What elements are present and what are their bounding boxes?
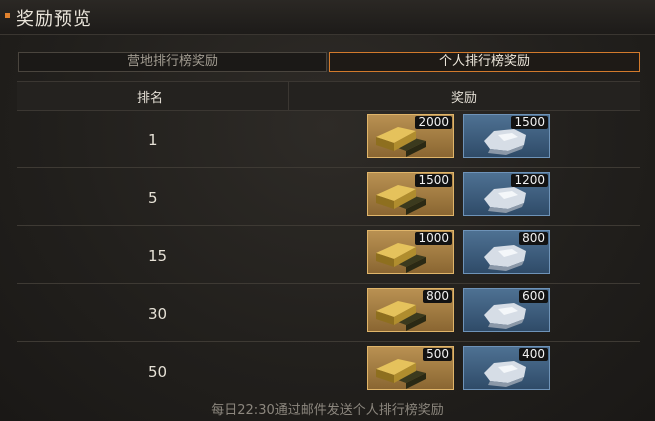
- reward-quantity: 800: [423, 290, 452, 303]
- reward-quantity: 1000: [415, 232, 452, 245]
- table-row: 15 1000 800: [17, 226, 640, 284]
- reward-gold-item[interactable]: 2000: [367, 114, 454, 158]
- reward-silver-item[interactable]: 1500: [463, 114, 550, 158]
- rank-value: 15: [148, 247, 168, 265]
- rank-value: 1: [148, 131, 158, 149]
- tab-camp-ranking-rewards[interactable]: 营地排行榜奖励: [18, 52, 327, 72]
- reward-quantity: 1500: [511, 116, 548, 129]
- reward-silver-item[interactable]: 400: [463, 346, 550, 390]
- reward-silver-item[interactable]: 1200: [463, 172, 550, 216]
- column-header-rank: 排名: [137, 91, 164, 106]
- reward-silver-item[interactable]: 600: [463, 288, 550, 332]
- title-bar: 奖励预览: [0, 0, 655, 35]
- rewards-table: 排名 奖励 1 2000 1500 5 1500 1200 15 1000 80…: [17, 81, 640, 390]
- tab-personal-ranking-rewards[interactable]: 个人排行榜奖励: [329, 52, 640, 72]
- reward-silver-item[interactable]: 800: [463, 230, 550, 274]
- reward-quantity: 500: [423, 348, 452, 361]
- rank-value: 5: [148, 189, 158, 207]
- reward-gold-item[interactable]: 500: [367, 346, 454, 390]
- reward-gold-item[interactable]: 1500: [367, 172, 454, 216]
- table-row: 30 800 600: [17, 284, 640, 342]
- reward-quantity: 600: [519, 290, 548, 303]
- table-row: 50 500 400: [17, 342, 640, 399]
- table-header: 排名 奖励: [17, 81, 640, 111]
- reward-quantity: 400: [519, 348, 548, 361]
- rank-value: 30: [148, 305, 168, 323]
- table-row: 1 2000 1500: [17, 110, 640, 168]
- column-header-reward: 奖励: [451, 91, 478, 106]
- reward-gold-item[interactable]: 800: [367, 288, 454, 332]
- rank-value: 50: [148, 363, 168, 381]
- footer-note: 每日22:30通过邮件发送个人排行榜奖励: [211, 403, 444, 418]
- reward-quantity: 1200: [511, 174, 548, 187]
- reward-gold-item[interactable]: 1000: [367, 230, 454, 274]
- reward-quantity: 1500: [415, 174, 452, 187]
- reward-quantity: 800: [519, 232, 548, 245]
- column-divider: [288, 82, 289, 110]
- table-row: 5 1500 1200: [17, 168, 640, 226]
- reward-quantity: 2000: [415, 116, 452, 129]
- page-title: 奖励预览: [16, 9, 92, 30]
- title-marker: [5, 13, 10, 18]
